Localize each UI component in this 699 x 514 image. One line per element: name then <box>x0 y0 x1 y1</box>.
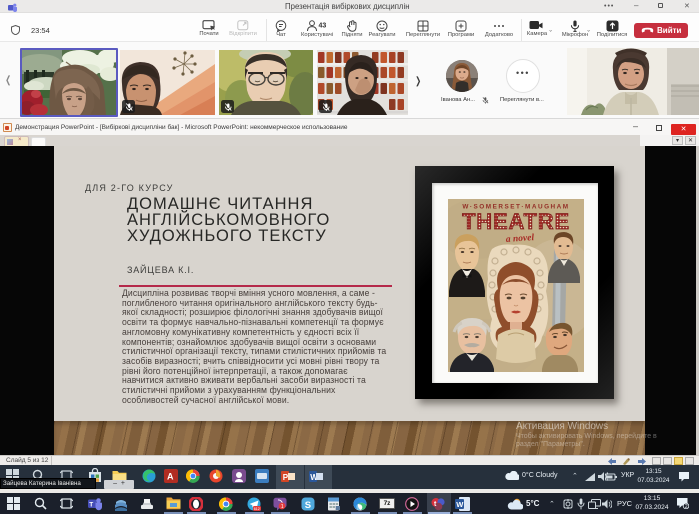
svg-text:S: S <box>305 500 311 511</box>
svg-text:a novel: a novel <box>506 233 535 245</box>
svg-text:43: 43 <box>319 23 327 30</box>
svg-text:THEATRE: THEATRE <box>462 209 570 234</box>
svg-text:1: 1 <box>281 504 284 510</box>
svg-text:P: P <box>283 473 289 482</box>
svg-text:A: A <box>167 472 174 482</box>
svg-text:2: 2 <box>685 504 688 509</box>
svg-text:612: 612 <box>254 507 260 511</box>
svg-text:T: T <box>89 502 93 509</box>
svg-text:W: W <box>456 500 464 509</box>
